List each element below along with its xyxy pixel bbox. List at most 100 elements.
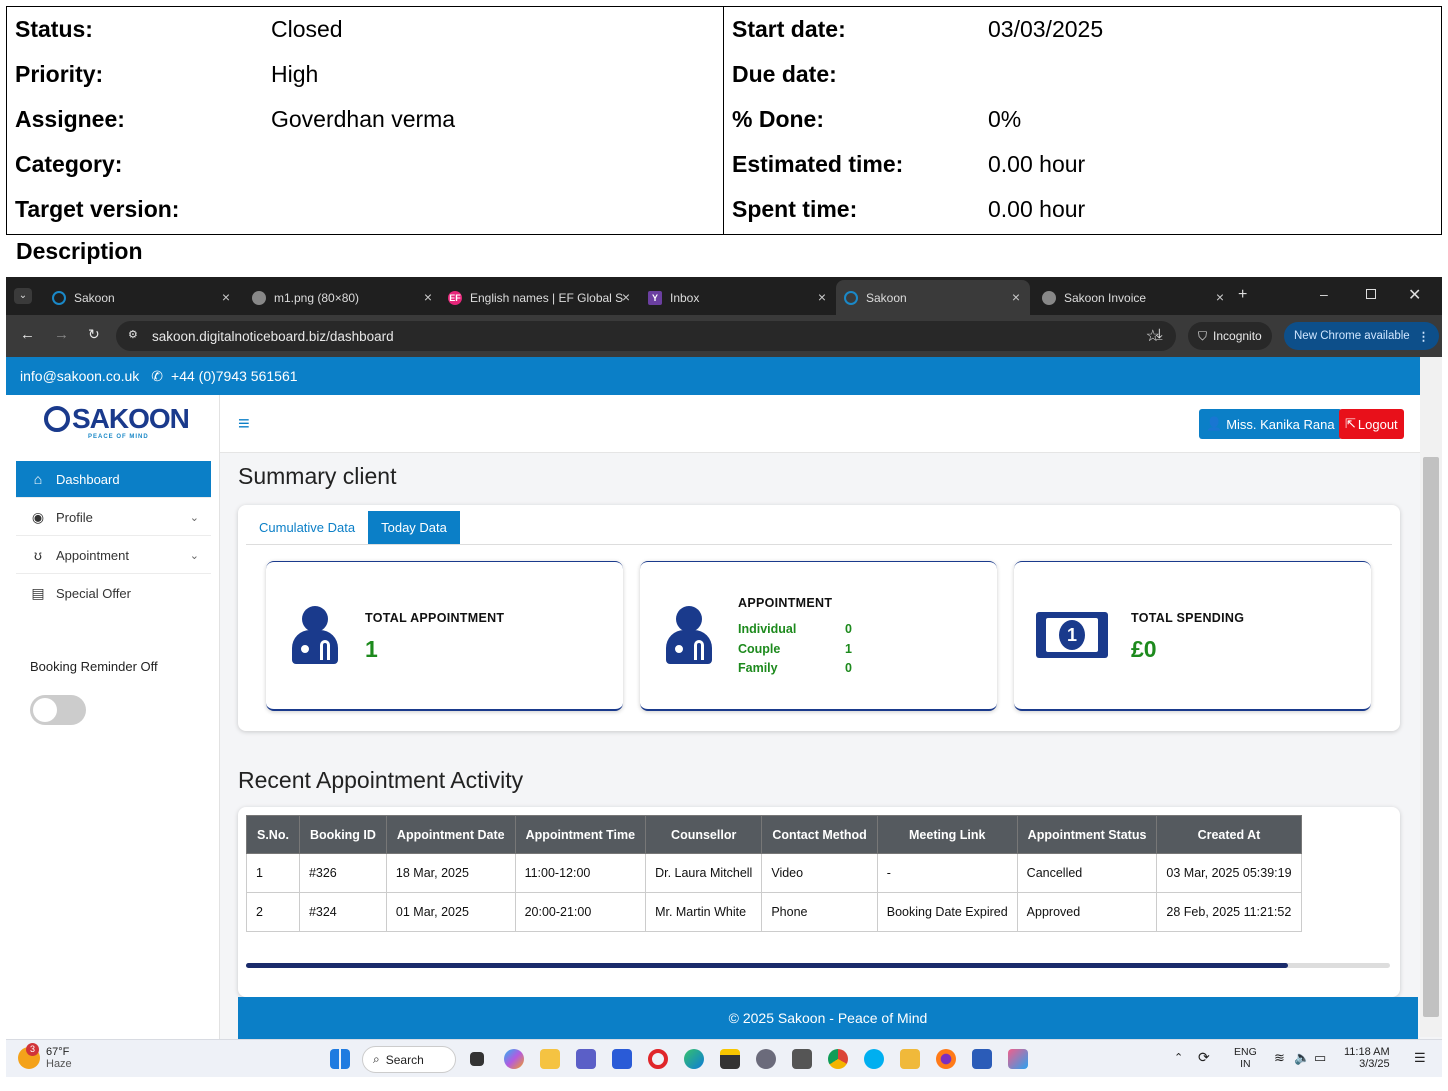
skype-icon[interactable] — [864, 1049, 884, 1069]
close-icon[interactable]: × — [424, 289, 432, 305]
sticky-notes-icon[interactable] — [720, 1049, 740, 1069]
close-icon[interactable]: × — [818, 289, 826, 305]
recent-activity-title: Recent Appointment Activity — [238, 767, 524, 793]
task-view-icon[interactable] — [470, 1052, 484, 1066]
new-tab-icon[interactable]: + — [1238, 286, 1247, 304]
window-close-icon[interactable]: ✕ — [1408, 285, 1421, 305]
contact-bar: info@sakoon.co.uk ✆ +44 (0)7943 561561 — [6, 357, 1420, 395]
snipping-tool-icon[interactable] — [1008, 1049, 1028, 1069]
total-appointment-label: TOTAL APPOINTMENT — [365, 611, 505, 625]
copilot-icon[interactable] — [504, 1049, 524, 1069]
total-spending-label: TOTAL SPENDING — [1131, 611, 1245, 625]
battery-icon[interactable]: ▭ — [1314, 1050, 1326, 1066]
minimize-icon[interactable]: – — [1320, 286, 1328, 302]
restore-icon[interactable] — [1366, 289, 1376, 299]
word-icon[interactable] — [972, 1049, 992, 1069]
url-field[interactable]: ⚙ sakoon.digitalnoticeboard.biz/dashboar… — [116, 321, 1176, 351]
logout-button[interactable]: ⇱ Logout — [1339, 409, 1404, 439]
reload-icon[interactable]: ↻ — [88, 326, 100, 343]
column-header: Contact Method — [761, 815, 878, 854]
sidebar-item-appointment[interactable]: ʊ Appointment ⌄ — [16, 537, 211, 574]
browser-tab[interactable]: EF English names | EF Global S × — [440, 280, 640, 315]
booking-reminder-toggle[interactable] — [30, 695, 86, 725]
description-title: Description — [16, 238, 143, 264]
back-icon[interactable]: ← — [20, 326, 35, 343]
notification-tray-icon[interactable]: ⟳ — [1198, 1049, 1210, 1066]
summary-tabs: Cumulative Data Today Data — [246, 511, 1392, 545]
sakoon-logo[interactable]: SAKOON PEACE OF MIND — [44, 403, 190, 440]
column-header: Appointment Status — [1016, 815, 1158, 854]
breakdown-count: 0 — [845, 622, 852, 636]
spent-time-value: 0.00 hour — [988, 196, 1086, 222]
weather-widget[interactable]: 3 67°F Haze — [18, 1043, 72, 1070]
chrome-update-button[interactable]: New Chrome available ⋮ — [1284, 322, 1440, 350]
start-date-row: Start date: 03/03/2025 — [724, 7, 1442, 52]
contact-phone[interactable]: +44 (0)7943 561561 — [171, 368, 298, 384]
ef-icon: EF — [448, 290, 462, 305]
column-header: Booking ID — [298, 815, 387, 854]
settings-icon[interactable] — [756, 1049, 776, 1069]
browser-tab[interactable]: Y Inbox × — [640, 280, 836, 315]
windows-taskbar: 3 67°F Haze ⌕ Search ⌃ ⟳ ENG IN ≋ 🔈 ▭ 11… — [6, 1039, 1442, 1077]
sidebar-item-dashboard[interactable]: ⌂ Dashboard — [16, 461, 211, 498]
breakdown-name: Couple — [738, 641, 781, 656]
incognito-badge[interactable]: ⛉ Incognito — [1188, 322, 1272, 350]
notification-center-icon[interactable]: ☰ — [1414, 1050, 1426, 1066]
opera-icon[interactable] — [648, 1049, 668, 1069]
logo-tagline: PEACE OF MIND — [88, 434, 149, 440]
table-cell: 11:00-12:00 — [514, 853, 647, 893]
browser-tab[interactable]: Sakoon × — [44, 280, 240, 315]
edge-icon[interactable] — [684, 1049, 704, 1069]
user-button[interactable]: 👤 Miss. Kanika Rana — [1199, 409, 1342, 439]
weather-icon: 3 — [18, 1043, 40, 1069]
language-indicator[interactable]: ENG IN — [1234, 1046, 1257, 1070]
close-icon[interactable]: × — [1012, 289, 1020, 305]
contact-email[interactable]: info@sakoon.co.uk — [20, 368, 139, 384]
tab-search-chevron-icon[interactable]: ⌄ — [14, 288, 32, 304]
site-info-icon[interactable]: ⚙ — [128, 328, 138, 341]
total-appointment-value: 1 — [365, 636, 378, 662]
excel-icon[interactable] — [900, 1049, 920, 1069]
wifi-icon[interactable]: ≋ — [1274, 1050, 1285, 1066]
table-row: 2 #324 01 Mar, 2025 20:00-21:00 Mr. Martin W… — [246, 892, 1302, 932]
store-icon[interactable] — [612, 1049, 632, 1069]
file-explorer-icon[interactable] — [540, 1049, 560, 1069]
close-icon[interactable]: × — [622, 289, 630, 305]
calculator-icon[interactable] — [792, 1049, 812, 1069]
page-scrollbar[interactable] — [1420, 357, 1442, 1037]
tray-chevron-icon[interactable]: ⌃ — [1174, 1051, 1183, 1064]
sidebar-item-special-offer[interactable]: ▤ Special Offer — [16, 575, 211, 612]
hamburger-menu-icon[interactable]: ≡ — [238, 413, 250, 436]
chrome-icon[interactable] — [828, 1049, 848, 1069]
done-label: % Done: — [732, 106, 824, 132]
table-cell: Dr. Laura Mitchell — [645, 853, 763, 893]
download-icon[interactable]: ⤓ — [1156, 326, 1163, 343]
sidebar: SAKOON PEACE OF MIND ⌂ Dashboard ◉ Profile… — [6, 395, 220, 1077]
table-horizontal-scrollbar[interactable] — [246, 963, 1390, 968]
windows-start-icon[interactable] — [330, 1049, 350, 1069]
chevron-down-icon: ⌄ — [189, 511, 199, 524]
scrollbar-thumb[interactable] — [246, 963, 1288, 968]
browser-tab-active[interactable]: Sakoon × — [836, 280, 1030, 315]
logout-icon: ⇱ — [1345, 416, 1356, 431]
chevron-down-icon: ⌄ — [189, 549, 199, 562]
volume-icon[interactable]: 🔈 — [1294, 1050, 1310, 1066]
close-icon[interactable]: × — [222, 289, 230, 305]
start-date-label: Start date: — [732, 16, 846, 42]
tab-today-data[interactable]: Today Data — [368, 511, 460, 544]
tab-title: Sakoon — [866, 290, 907, 305]
appointment-breakdown-card: APPOINTMENT Individual 0 Couple 1 Family 0 — [640, 561, 997, 711]
firefox-icon[interactable] — [936, 1049, 956, 1069]
forward-icon[interactable]: → — [54, 326, 69, 343]
sidebar-item-profile[interactable]: ◉ Profile ⌄ — [16, 499, 211, 536]
tab-cumulative-data[interactable]: Cumulative Data — [246, 511, 368, 544]
browser-tab[interactable]: m1.png (80×80) × — [244, 280, 442, 315]
scrollbar-thumb[interactable] — [1423, 457, 1439, 1017]
target-version-label: Target version: — [15, 196, 180, 222]
teams-icon[interactable] — [576, 1049, 596, 1069]
taskbar-search[interactable]: ⌕ Search — [362, 1046, 456, 1073]
browser-tab[interactable]: Sakoon Invoice × — [1034, 280, 1234, 315]
clock[interactable]: 11:18 AM 3/3/25 — [1344, 1046, 1390, 1070]
appointment-breakdown-row: Individual 0 — [738, 622, 852, 642]
close-icon[interactable]: × — [1216, 289, 1224, 305]
